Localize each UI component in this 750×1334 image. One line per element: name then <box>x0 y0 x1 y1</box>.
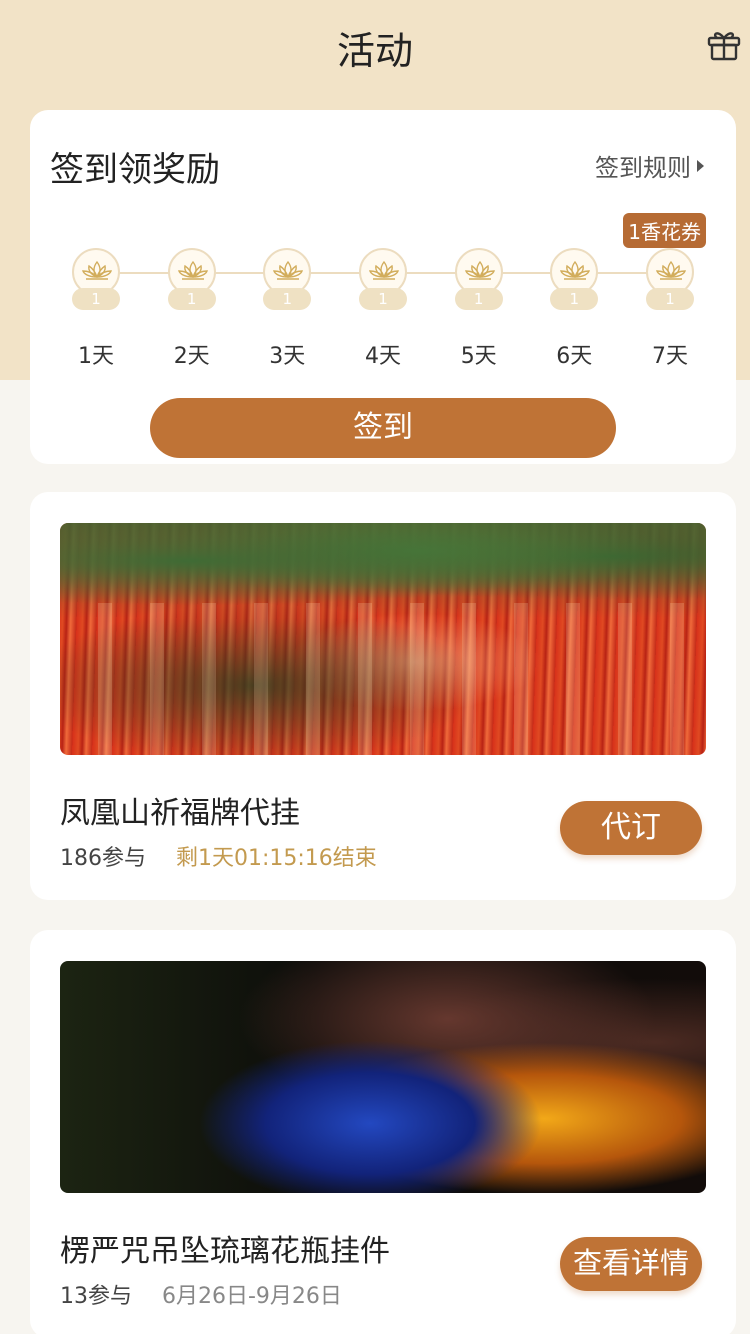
activity-card[interactable]: 楞严咒吊坠琉璃花瓶挂件 13参与 6月26日-9月26日 查看详情 <box>30 930 736 1334</box>
activity-card[interactable]: 凤凰山祈福牌代挂 186参与 剩1天01:15:16结束 代订 <box>30 492 736 900</box>
day-reward: 1 <box>359 288 407 310</box>
signin-day: 1 6天 <box>544 248 604 370</box>
day-label: 5天 <box>460 344 497 369</box>
signin-card: 签到领奖励 签到规则 1香花券 1 1天 1 2天 1 3天 1 4天 1 5天… <box>30 110 736 464</box>
day-reward: 1 <box>550 288 599 310</box>
book-button[interactable]: 代订 <box>560 801 702 855</box>
day-label: 4天 <box>365 344 401 369</box>
chevron-right-icon <box>697 159 704 172</box>
activity-title: 楞严咒吊坠琉璃花瓶挂件 <box>60 1234 390 1269</box>
day-label: 2天 <box>173 344 210 369</box>
signin-title: 签到领奖励 <box>50 150 220 190</box>
reward-badge: 1香花券 <box>623 213 706 248</box>
signin-rules-link[interactable]: 签到规则 <box>595 148 704 183</box>
page-title: 活动 <box>336 29 413 73</box>
signin-day: 1 4天 <box>353 248 413 370</box>
day-label: 6天 <box>556 344 593 369</box>
day-reward: 1 <box>454 288 503 310</box>
signin-day: 1 2天 <box>162 248 222 370</box>
date-range: 6月26日-9月26日 <box>162 1284 342 1309</box>
day-label: 1天 <box>78 344 114 369</box>
signin-button[interactable]: 签到 <box>150 398 616 458</box>
participant-count: 186参与 <box>60 846 146 871</box>
signin-days: 1 1天 1 2天 1 3天 1 4天 1 5天 1 6天 1 7天 <box>66 248 706 378</box>
day-reward: 1 <box>167 288 216 310</box>
signin-day: 1 7天 <box>640 248 700 370</box>
view-details-button[interactable]: 查看详情 <box>560 1237 702 1291</box>
day-reward: 1 <box>72 288 120 310</box>
day-label: 3天 <box>269 344 306 369</box>
signin-day: 1 1天 <box>66 248 126 370</box>
activity-image[interactable] <box>60 523 706 755</box>
participant-count: 13参与 <box>60 1284 132 1309</box>
day-reward: 1 <box>263 288 312 310</box>
day-reward: 1 <box>646 288 694 310</box>
countdown-text: 剩1天01:15:16结束 <box>176 846 377 871</box>
activity-meta: 186参与 剩1天01:15:16结束 <box>60 840 377 872</box>
day-label: 7天 <box>652 344 688 369</box>
signin-day: 1 3天 <box>257 248 317 370</box>
prayer-tags <box>60 603 706 755</box>
signin-day: 1 5天 <box>449 248 509 370</box>
nav-bar: 活动 <box>0 0 750 96</box>
gift-icon[interactable] <box>706 26 742 62</box>
activity-image[interactable] <box>60 961 706 1193</box>
signin-rules-label: 签到规则 <box>595 154 691 182</box>
activity-title: 凤凰山祈福牌代挂 <box>60 796 300 831</box>
activity-meta: 13参与 6月26日-9月26日 <box>60 1278 342 1310</box>
activity-page: 活动 签到领奖励 签到规则 1香花券 1 1天 1 2天 1 3天 1 4天 1… <box>0 0 750 1334</box>
